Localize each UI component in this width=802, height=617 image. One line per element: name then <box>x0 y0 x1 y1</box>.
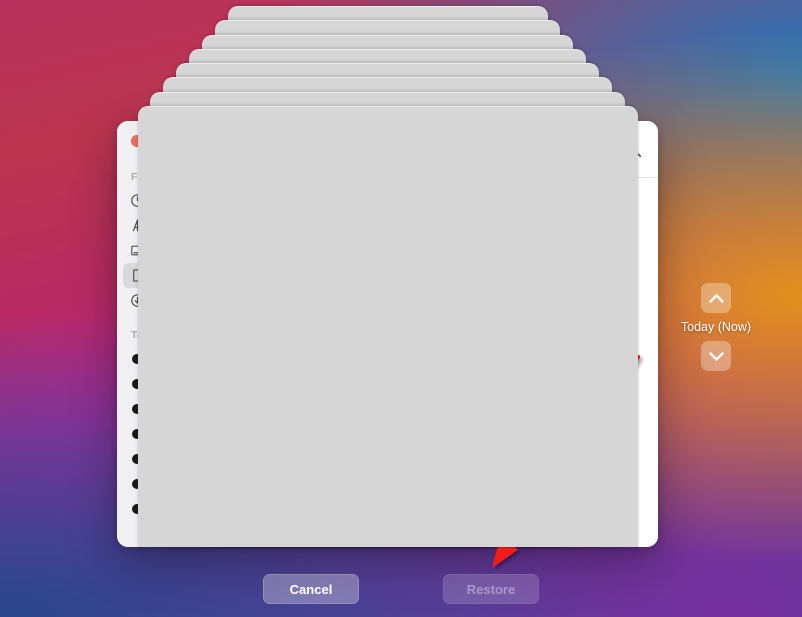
timemachine-screen: Today (Now) FavouritesRecentsApplicati..… <box>0 0 802 617</box>
cancel-button[interactable]: Cancel <box>263 574 359 604</box>
timemachine-date-label: Today (Now) <box>680 320 752 334</box>
restore-button[interactable]: Restore <box>443 574 539 604</box>
timemachine-snapshot-layer[interactable] <box>137 106 638 547</box>
chevron-down-icon <box>708 350 725 363</box>
timemachine-forward-button[interactable] <box>701 341 731 371</box>
timemachine-back-button[interactable] <box>701 283 731 313</box>
chevron-up-icon <box>708 292 725 305</box>
action-bar: Cancel Restore <box>0 574 802 604</box>
timemachine-controls: Today (Now) <box>680 283 752 371</box>
